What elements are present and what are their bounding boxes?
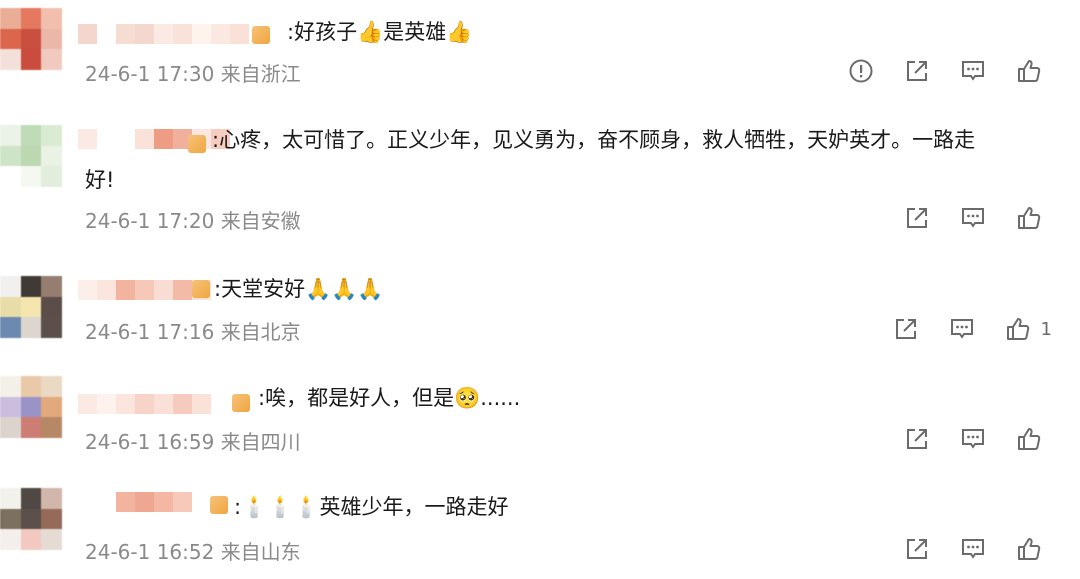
comment-time: 24-6-1 17:30 [85, 62, 215, 86]
member-badge-icon [232, 394, 250, 412]
share-button[interactable] [904, 536, 930, 562]
comment-meta: 24-6-1 17:30 来自浙江 [85, 58, 301, 87]
comment-actions [904, 536, 1052, 562]
comment-text: :天堂安好🙏🙏🙏 [214, 277, 384, 301]
comment-icon [950, 319, 973, 339]
comment-time: 24-6-1 17:20 [85, 209, 215, 233]
comment-button[interactable] [949, 316, 975, 342]
thumbs-up-icon [1006, 318, 1029, 340]
like-button[interactable] [1016, 58, 1052, 84]
avatar[interactable] [0, 125, 62, 187]
member-badge-icon [188, 135, 206, 153]
comment-time: 24-6-1 16:52 [85, 540, 215, 564]
comment-text: :🕯️🕯️🕯️英雄少年，一路走好 [234, 495, 509, 519]
comment-meta: 24-6-1 17:16 来自北京 [85, 316, 301, 345]
comment-text-line1: :心疼，太可惜了。正义少年，见义勇为，奋不顾身，救人牺牲，天妒英才。一路走 [212, 128, 976, 152]
comment-item: :好孩子👍是英雄👍 24-6-1 17:30 来自浙江 [0, 0, 1080, 100]
like-count: 1 [1040, 318, 1052, 340]
avatar[interactable] [0, 276, 62, 338]
comment-item: :唉，都是好人，但是🥺...... 24-6-1 16:59 来自四川 [0, 370, 1080, 470]
member-badge-icon [192, 280, 210, 298]
comment-button[interactable] [960, 205, 986, 231]
comment-text-line2: 好! [85, 168, 115, 192]
comment-location: 来自四川 [220, 430, 301, 454]
share-icon [907, 208, 927, 228]
username[interactable] [78, 394, 211, 414]
username[interactable] [78, 24, 249, 44]
comment-time: 24-6-1 17:16 [85, 320, 215, 344]
comment-time: 24-6-1 16:59 [85, 430, 215, 454]
share-icon [907, 539, 927, 559]
like-button[interactable] [1016, 205, 1052, 231]
avatar[interactable] [0, 376, 62, 438]
share-icon [895, 319, 916, 339]
comment-icon [962, 539, 984, 559]
share-button[interactable] [904, 426, 930, 452]
report-button[interactable] [848, 58, 874, 84]
comment-button[interactable] [960, 536, 986, 562]
member-badge-icon [210, 496, 228, 514]
thumbs-up-icon [1018, 538, 1041, 560]
like-button[interactable] [1016, 426, 1052, 452]
comment-text: :唉，都是好人，但是🥺...... [258, 386, 521, 410]
comment-item: :天堂安好🙏🙏🙏 24-6-1 17:16 来自北京 1 [0, 268, 1080, 368]
member-badge-icon [252, 26, 270, 44]
comment-actions: 1 [893, 316, 1052, 342]
username[interactable] [78, 129, 230, 149]
share-button[interactable] [904, 58, 930, 84]
thumbs-up-icon [1018, 207, 1041, 229]
comment-icon [962, 429, 984, 449]
comment-location: 来自安徽 [220, 209, 301, 233]
comment-actions [904, 426, 1052, 452]
comment-actions [904, 205, 1052, 231]
comment-location: 来自山东 [220, 540, 301, 564]
comment-actions [848, 58, 1052, 84]
comment-item: :🕯️🕯️🕯️英雄少年，一路走好 24-6-1 16:52 来自山东 [0, 480, 1080, 579]
comment-location: 来自北京 [220, 320, 301, 344]
thumbs-up-icon [1018, 60, 1041, 82]
comment-meta: 24-6-1 17:20 来自安徽 [85, 205, 301, 234]
comment-location: 来自浙江 [220, 62, 301, 86]
comment-text: :好孩子👍是英雄👍 [287, 20, 473, 44]
like-button[interactable] [1016, 536, 1052, 562]
comment-button[interactable] [960, 426, 986, 452]
share-button[interactable] [893, 316, 919, 342]
comment-icon [962, 208, 984, 228]
avatar[interactable] [0, 8, 62, 70]
comment-icon [962, 61, 984, 81]
share-icon [907, 429, 927, 449]
thumbs-up-icon [1018, 428, 1041, 450]
username[interactable] [116, 492, 192, 512]
comment-item: :心疼，太可惜了。正义少年，见义勇为，奋不顾身，救人牺牲，天妒英才。一路走 好!… [0, 115, 1080, 255]
comment-meta: 24-6-1 16:52 来自山东 [85, 536, 301, 565]
share-icon [907, 61, 927, 81]
comment-button[interactable] [960, 58, 986, 84]
avatar[interactable] [0, 488, 62, 550]
report-icon [849, 59, 873, 83]
share-button[interactable] [904, 205, 930, 231]
comment-meta: 24-6-1 16:59 来自四川 [85, 426, 301, 455]
like-button[interactable]: 1 [1005, 316, 1052, 342]
